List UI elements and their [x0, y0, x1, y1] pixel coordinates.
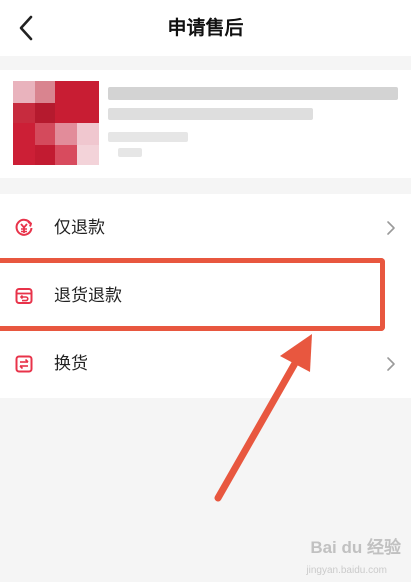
option-refund-only[interactable]: 仅退款: [0, 194, 411, 262]
header-bar: 申请售后: [0, 0, 411, 56]
product-thumbnail: [13, 81, 99, 165]
product-name-blurred-line2: [108, 108, 313, 120]
product-qty-blurred: [118, 148, 142, 157]
chevron-right-icon: [387, 221, 395, 235]
annotation-arrow-icon: [214, 334, 312, 502]
page-title: 申请售后: [167, 17, 244, 39]
watermark-logo: Bai du 经验: [310, 538, 401, 557]
product-spec-blurred: [108, 132, 188, 142]
exchange-icon: [14, 354, 34, 374]
chevron-right-icon: [387, 357, 395, 371]
highlight-annotation-box: [0, 258, 385, 331]
product-card[interactable]: [0, 70, 411, 178]
product-name-blurred: [108, 87, 398, 100]
option-label: 仅退款: [54, 218, 105, 238]
yen-refund-icon: [14, 218, 34, 238]
page: 申请售后 仅退款 退货退款 换货 Bai du 经验 jingyan.baidu…: [0, 0, 411, 582]
watermark-url: jingyan.baidu.com: [306, 565, 387, 576]
option-label: 换货: [54, 354, 88, 374]
